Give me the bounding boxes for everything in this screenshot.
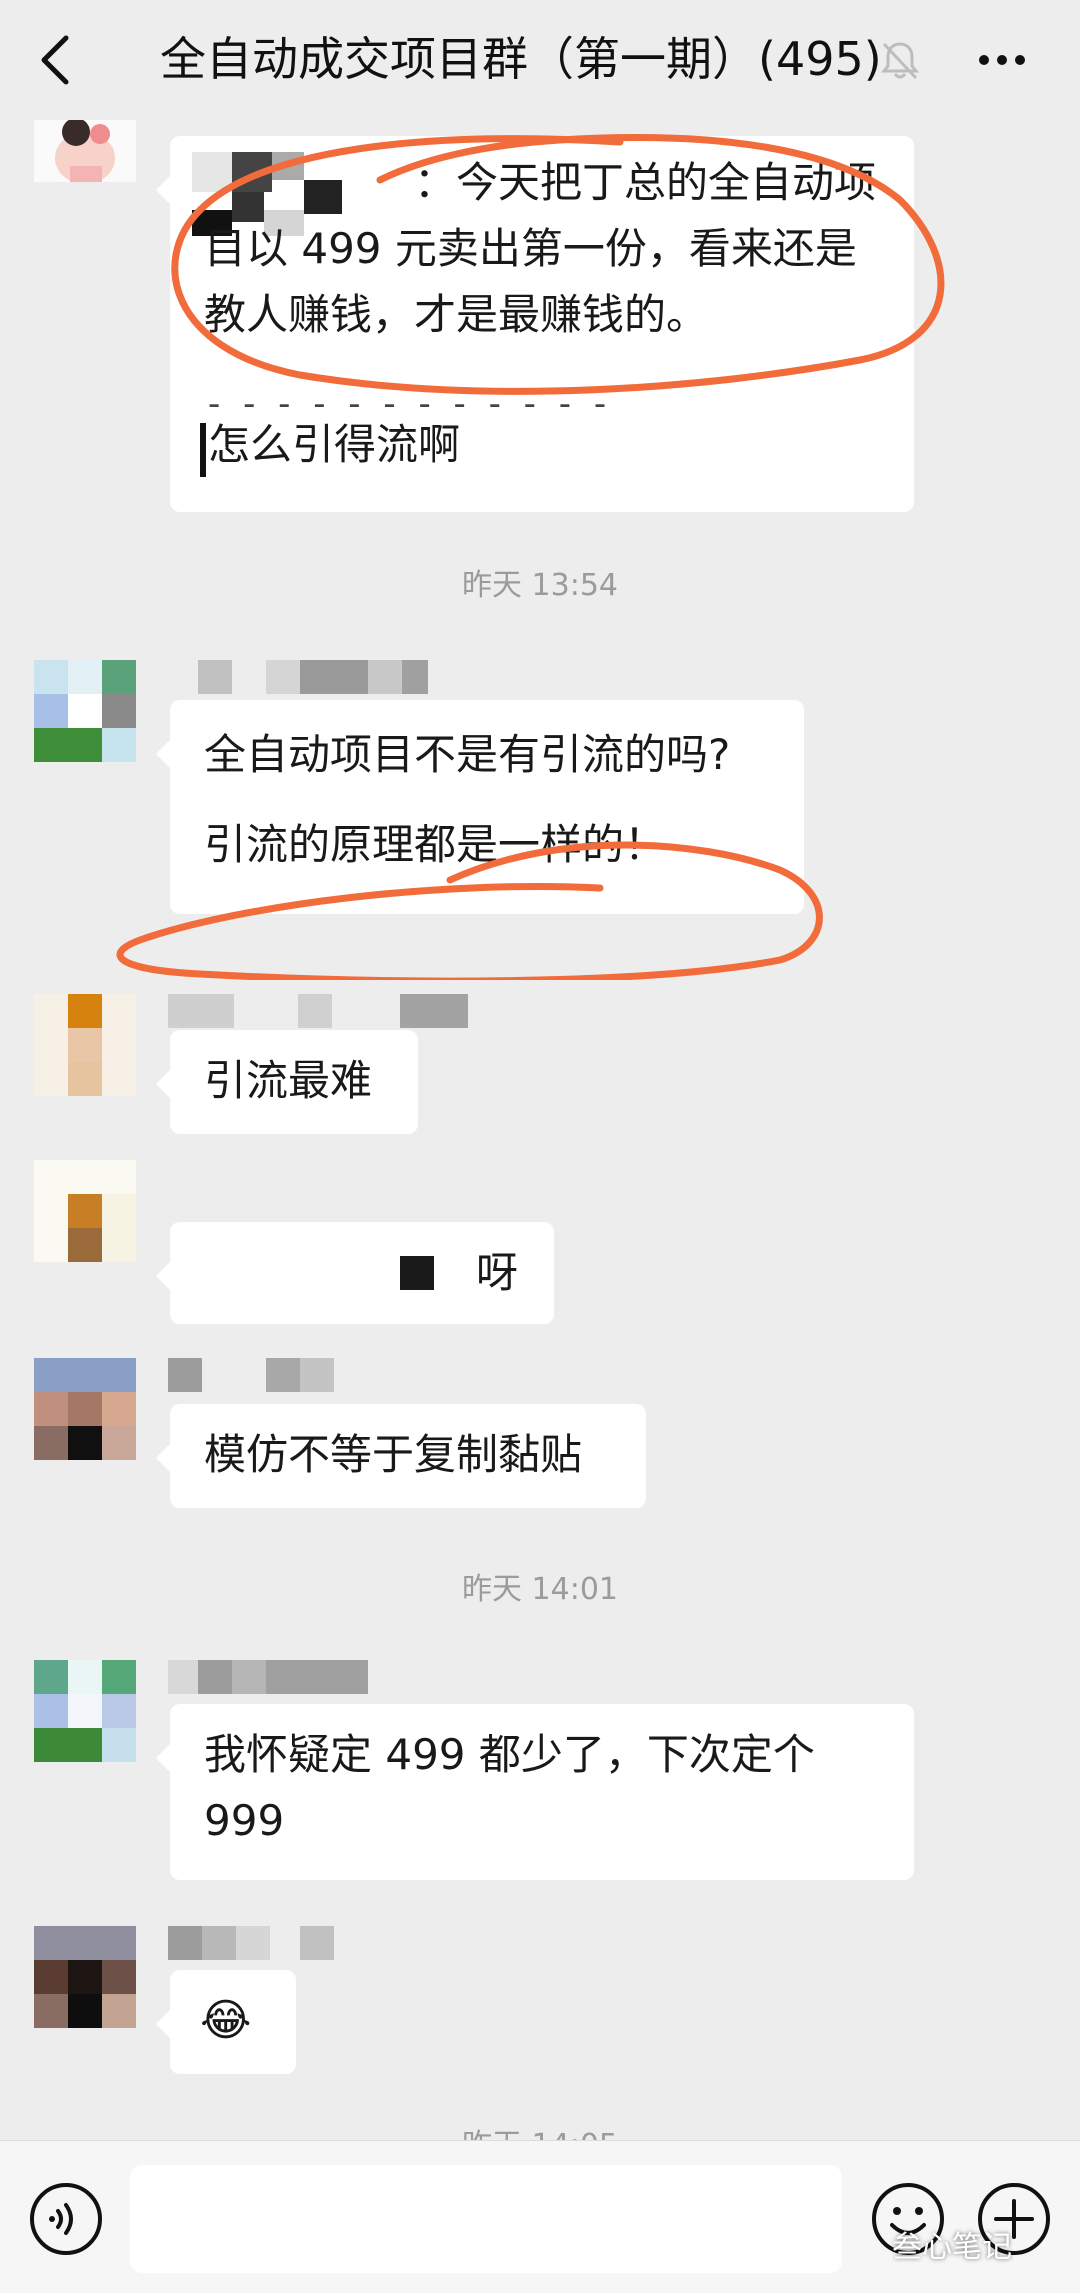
message-bubble[interactable]: 😂	[156, 1970, 296, 2074]
message-text: 全自动项目不是有引流的吗?	[204, 730, 731, 779]
redacted-block	[400, 1256, 434, 1290]
message-list[interactable]: ：今天把丁总的全自动项目以 499 元卖出第一份，看来还是教人赚钱，才是最赚钱的…	[0, 120, 1080, 2140]
sender-name-mosaic	[198, 660, 428, 694]
message-bubble[interactable]: 我怀疑定 499 都少了，下次定个999	[156, 1704, 914, 1880]
avatar[interactable]	[34, 120, 136, 182]
avatar[interactable]	[34, 1660, 136, 1762]
bell-off-icon	[880, 42, 920, 80]
message-text: 模仿不等于复制黏贴	[204, 1430, 583, 1479]
sender-name-mosaic	[168, 1926, 334, 1960]
emoji-laugh-cry: 😂	[200, 1995, 252, 2046]
chat-header: 全自动成交项目群（第一期）(495)	[0, 0, 1080, 120]
message-text: 呀	[476, 1248, 519, 1297]
input-bar	[0, 2140, 1080, 2293]
sender-name-mosaic	[168, 1660, 368, 1694]
message-text: ：今天把丁总的全自动项目以 499 元卖出第一份，看来还是教人赚钱，才是最赚钱的…	[204, 158, 877, 339]
more-horizontal-icon[interactable]	[976, 40, 1028, 80]
avatar[interactable]	[34, 1926, 136, 2028]
avatar[interactable]	[34, 660, 136, 762]
timestamp: 昨天 13:54	[462, 568, 618, 603]
watermark: 叁心笔记	[892, 2230, 1012, 2265]
message-text: 我怀疑定 499 都少了，下次定个999	[204, 1730, 815, 1845]
voice-icon[interactable]	[28, 2181, 104, 2257]
message-text: 引流最难	[204, 1056, 373, 1105]
message-text: 引流的原理都是一样的！	[204, 820, 667, 869]
sender-name-mosaic	[168, 1358, 334, 1392]
message-bubble[interactable]: 引流最难	[156, 1030, 418, 1134]
text-cursor	[200, 423, 206, 477]
message-input[interactable]	[130, 2165, 842, 2273]
chevron-left-icon[interactable]	[30, 30, 80, 90]
message-bubble[interactable]: 全自动项目不是有引流的吗? 引流的原理都是一样的！	[156, 700, 804, 914]
avatar[interactable]	[34, 994, 136, 1096]
timestamp: 昨天 14:01	[462, 1572, 618, 1607]
message-bubble[interactable]: 模仿不等于复制黏贴	[156, 1404, 646, 1508]
chat-title: 全自动成交项目群（第一期）(495)	[160, 32, 882, 86]
timestamp: 昨天 14:05	[0, 2120, 1080, 2140]
sender-name-mosaic	[168, 994, 468, 1028]
reply-text: 怎么引得流啊	[208, 420, 461, 469]
message-bubble[interactable]: 呀	[156, 1222, 554, 1324]
avatar[interactable]	[34, 1358, 136, 1460]
avatar[interactable]	[34, 1160, 136, 1262]
